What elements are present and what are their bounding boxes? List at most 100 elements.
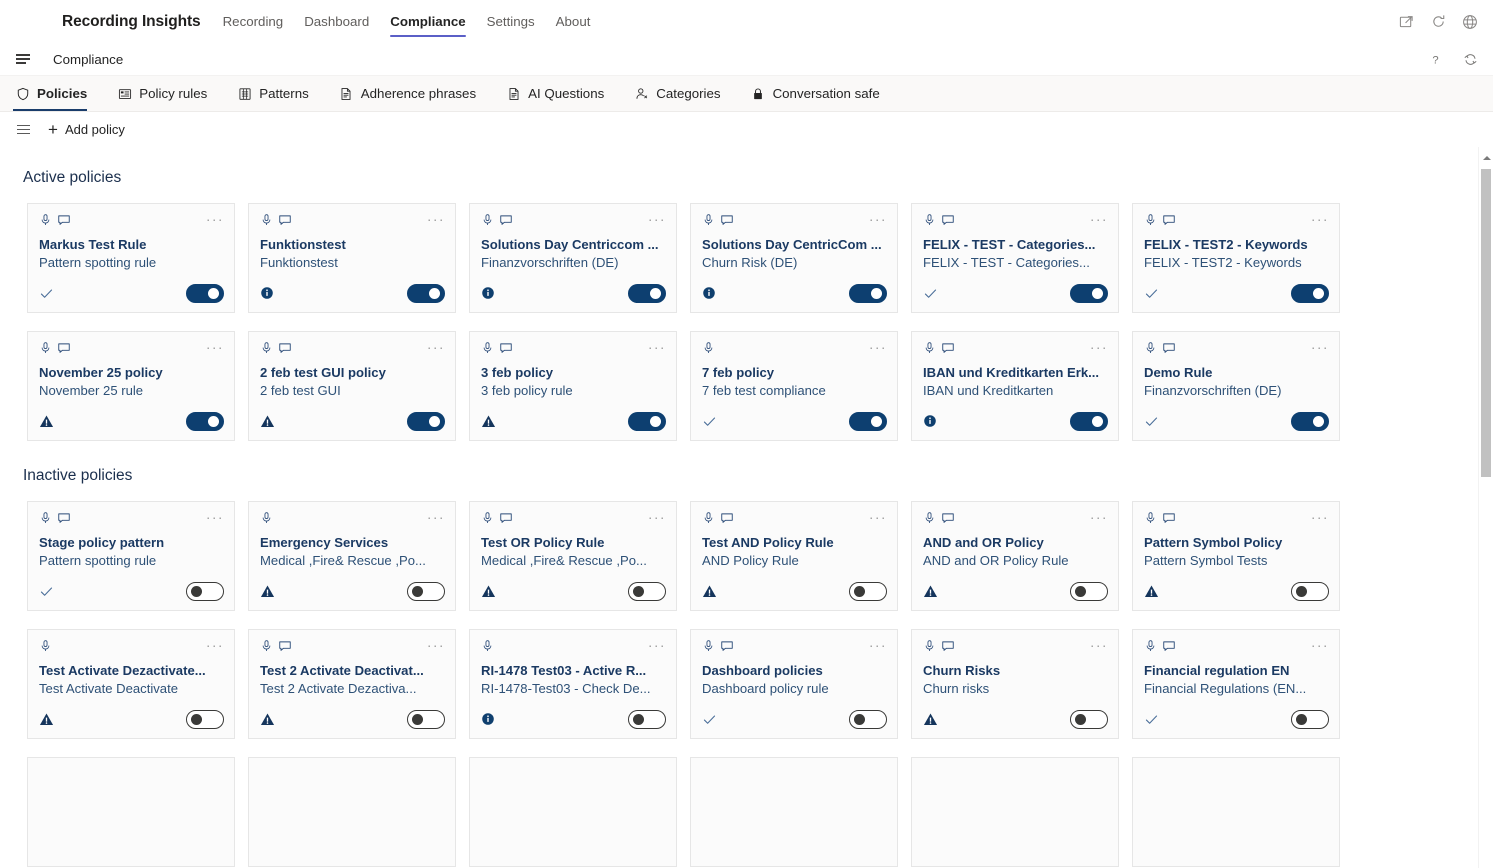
policy-card-menu-button[interactable]: ··· (1311, 510, 1329, 524)
hamburger-icon[interactable] (10, 117, 36, 143)
policy-card-menu-button[interactable]: ··· (427, 510, 445, 524)
policy-card[interactable] (1132, 757, 1340, 867)
policy-card[interactable]: ··· 2 feb test GUI policy 2 feb test GUI (248, 331, 456, 441)
tab-patterns[interactable]: Patterns (235, 76, 321, 111)
tab-policies[interactable]: Policies (13, 76, 99, 111)
globe-icon[interactable] (1461, 13, 1479, 31)
policy-card-menu-button[interactable]: ··· (1090, 510, 1108, 524)
policy-card-menu-button[interactable]: ··· (427, 638, 445, 652)
policy-toggle-on[interactable] (849, 411, 887, 431)
policy-card-menu-button[interactable]: ··· (1311, 212, 1329, 226)
policy-toggle-on[interactable] (849, 283, 887, 303)
policy-toggle-off[interactable] (628, 581, 666, 601)
policy-card-menu-button[interactable]: ··· (1090, 638, 1108, 652)
policy-card[interactable] (911, 757, 1119, 867)
policy-card-menu-button[interactable]: ··· (1090, 340, 1108, 354)
policy-card[interactable]: ··· 3 feb policy 3 feb policy rule (469, 331, 677, 441)
help-icon[interactable]: ? (1426, 50, 1444, 68)
policy-toggle-on[interactable] (628, 411, 666, 431)
tab-categories[interactable]: Categories (632, 76, 732, 111)
policy-card-menu-button[interactable]: ··· (206, 212, 224, 226)
policy-card[interactable]: ··· Dashboard policies Dashboard policy ru… (690, 629, 898, 739)
policy-card[interactable] (469, 757, 677, 867)
policy-card[interactable]: ··· Financial regulation EN Financial Regu… (1132, 629, 1340, 739)
policy-toggle-off[interactable] (186, 581, 224, 601)
policy-card[interactable]: ··· Demo Rule Finanzvorschriften (DE) (1132, 331, 1340, 441)
policy-card-menu-button[interactable]: ··· (648, 212, 666, 226)
scroll-up-button[interactable] (1479, 150, 1493, 166)
policy-card[interactable]: ··· Funktionstest Funktionstest (248, 203, 456, 313)
policy-toggle-on[interactable] (1070, 283, 1108, 303)
tab-adherence-phrases[interactable]: Adherence phrases (337, 76, 488, 111)
policy-card-menu-button[interactable]: ··· (206, 510, 224, 524)
policy-card-menu-button[interactable]: ··· (869, 212, 887, 226)
policy-card[interactable]: ··· Markus Test Rule Pattern spotting rule (27, 203, 235, 313)
policy-toggle-on[interactable] (1291, 283, 1329, 303)
policy-toggle-off[interactable] (186, 709, 224, 729)
policy-card-menu-button[interactable]: ··· (427, 212, 445, 226)
policy-card[interactable] (690, 757, 898, 867)
policy-toggle-off[interactable] (1291, 709, 1329, 729)
refresh-icon[interactable] (1429, 13, 1447, 31)
policy-card[interactable]: ··· Test Activate Dezactivate... Test Acti… (27, 629, 235, 739)
policy-card-menu-button[interactable]: ··· (648, 638, 666, 652)
policy-card-menu-button[interactable]: ··· (869, 638, 887, 652)
policy-toggle-off[interactable] (1070, 709, 1108, 729)
policy-toggle-on[interactable] (407, 411, 445, 431)
policy-card[interactable] (27, 757, 235, 867)
policy-toggle-on[interactable] (186, 411, 224, 431)
policy-card-menu-button[interactable]: ··· (648, 340, 666, 354)
popout-icon[interactable] (1397, 13, 1415, 31)
policy-toggle-on[interactable] (1291, 411, 1329, 431)
add-policy-button[interactable]: + Add policy (38, 115, 135, 145)
tab-conversation-safe[interactable]: Conversation safe (749, 76, 892, 111)
policy-toggle-on[interactable] (1070, 411, 1108, 431)
policy-card[interactable]: ··· Solutions Day Centriccom ... Finanzvor… (469, 203, 677, 313)
policy-toggle-off[interactable] (628, 709, 666, 729)
policy-card[interactable]: ··· Stage policy pattern Pattern spotting … (27, 501, 235, 611)
policy-toggle-off[interactable] (407, 709, 445, 729)
policy-toggle-off[interactable] (849, 709, 887, 729)
policy-card[interactable]: ··· Test AND Policy Rule AND Policy Rule (690, 501, 898, 611)
policy-card-menu-button[interactable]: ··· (648, 510, 666, 524)
policy-card[interactable]: ··· November 25 policy November 25 rule (27, 331, 235, 441)
policy-card-menu-button[interactable]: ··· (1090, 212, 1108, 226)
policy-card-menu-button[interactable]: ··· (1311, 340, 1329, 354)
nav-item-settings[interactable]: Settings (487, 0, 535, 43)
policy-card-menu-button[interactable]: ··· (206, 638, 224, 652)
nav-item-recording[interactable]: Recording (223, 0, 284, 43)
tab-ai-questions[interactable]: AI Questions (504, 76, 616, 111)
policy-toggle-off[interactable] (1070, 581, 1108, 601)
policy-card[interactable]: ··· Churn Risks Churn risks (911, 629, 1119, 739)
nav-item-dashboard[interactable]: Dashboard (304, 0, 369, 43)
policy-card[interactable]: ··· Test OR Policy Rule Medical ,Fire& Res… (469, 501, 677, 611)
policy-card[interactable]: ··· Solutions Day CentricCom ... Churn Ris… (690, 203, 898, 313)
policy-toggle-off[interactable] (1291, 581, 1329, 601)
sync-icon[interactable] (1461, 50, 1479, 68)
policy-toggle-on[interactable] (186, 283, 224, 303)
policy-toggle-off[interactable] (849, 581, 887, 601)
policy-card-menu-button[interactable]: ··· (206, 340, 224, 354)
policy-card[interactable]: ··· 7 feb policy 7 feb test compliance (690, 331, 898, 441)
policy-card-menu-button[interactable]: ··· (427, 340, 445, 354)
sidebar-toggle-icon[interactable] (10, 46, 36, 72)
policy-card[interactable]: ··· IBAN und Kreditkarten Erk... IBAN und … (911, 331, 1119, 441)
policy-card-menu-button[interactable]: ··· (869, 340, 887, 354)
policy-card-menu-button[interactable]: ··· (1311, 638, 1329, 652)
policy-card[interactable]: ··· FELIX - TEST2 - Keywords FELIX - TEST2… (1132, 203, 1340, 313)
policy-card-menu-button[interactable]: ··· (869, 510, 887, 524)
scrollbar-thumb[interactable] (1481, 169, 1491, 477)
tab-policy-rules[interactable]: Policy rules (115, 76, 219, 111)
policy-card[interactable]: ··· Test 2 Activate Deactivat... Test 2 Ac… (248, 629, 456, 739)
policy-card[interactable] (248, 757, 456, 867)
policy-card[interactable]: ··· RI-1478 Test03 - Active R... RI-1478-T… (469, 629, 677, 739)
vertical-scrollbar[interactable] (1478, 147, 1493, 868)
policy-toggle-on[interactable] (628, 283, 666, 303)
policy-card[interactable]: ··· AND and OR Policy AND and OR Policy Ru… (911, 501, 1119, 611)
policy-card[interactable]: ··· Pattern Symbol Policy Pattern Symbol T… (1132, 501, 1340, 611)
policy-toggle-on[interactable] (407, 283, 445, 303)
policy-toggle-off[interactable] (407, 581, 445, 601)
nav-item-about[interactable]: About (556, 0, 591, 43)
nav-item-compliance[interactable]: Compliance (390, 0, 467, 43)
policy-card[interactable]: ··· FELIX - TEST - Categories... FELIX - T… (911, 203, 1119, 313)
